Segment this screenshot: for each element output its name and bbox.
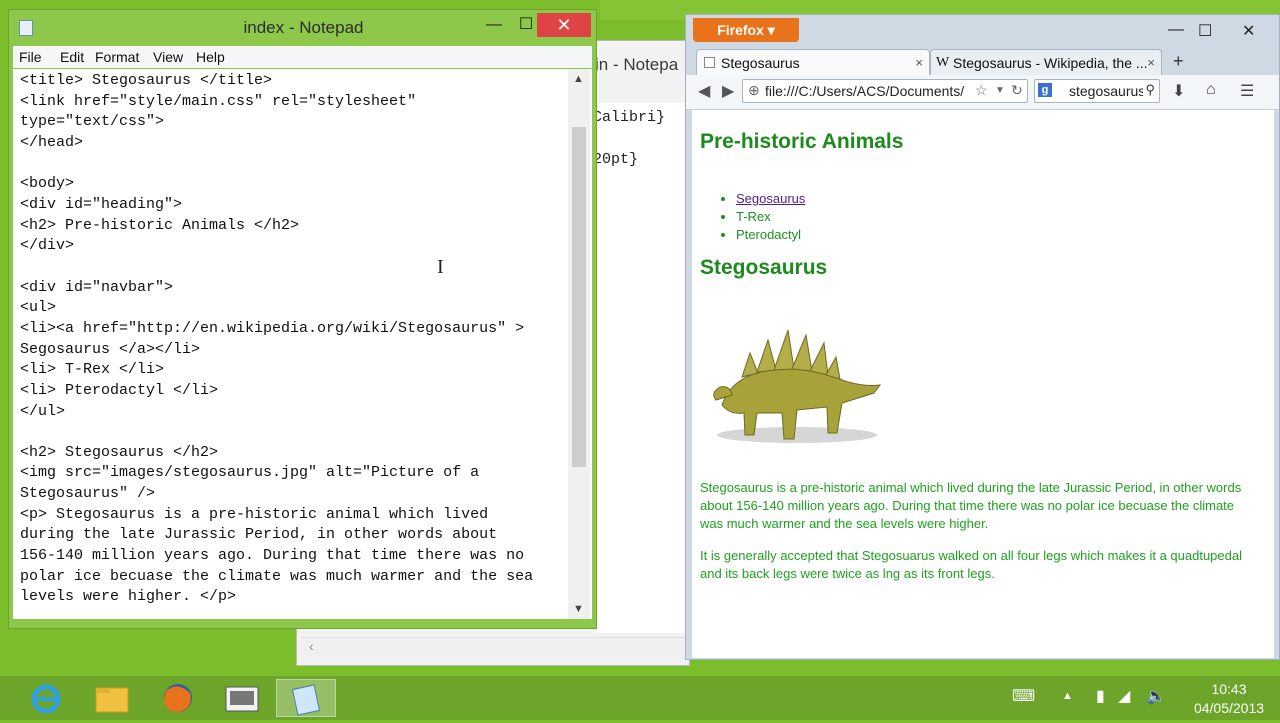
firefox-close-button[interactable]: ✕ — [1242, 21, 1255, 41]
bookmarks-menu-icon[interactable]: ☰ — [1240, 81, 1254, 101]
search-icon[interactable]: ⚲ — [1145, 82, 1155, 98]
forward-icon[interactable]: ▶ — [722, 81, 734, 101]
download-icon[interactable]: ⬇ — [1172, 81, 1185, 101]
bookmark-star-icon[interactable]: ☆ — [975, 82, 988, 99]
nav-item: Pterodactyl — [736, 226, 805, 244]
navbar-list: Segosaurus T-Rex Pterodactyl — [692, 190, 805, 244]
firefox-window[interactable]: Firefox ▾ — ☐ ✕ Stegosaurus × W Stegosau… — [685, 14, 1280, 660]
background-notepad-line-1: Calibri} — [593, 109, 666, 126]
search-bar[interactable]: g stegosaurus ⚲ — [1034, 79, 1160, 103]
notepad-editor[interactable]: <title> Stegosaurus </title> <link href=… — [13, 69, 592, 619]
page-subheading: Stegosaurus — [700, 256, 828, 279]
url-dropdown-icon[interactable]: ▼ — [995, 85, 1005, 96]
taskbar-firefox[interactable] — [148, 679, 208, 717]
search-text[interactable]: stegosaurus — [1069, 83, 1143, 99]
folder-icon — [95, 687, 129, 713]
system-clock[interactable]: 10:43 04/05/2013 — [1184, 680, 1274, 718]
tab-stegosaurus-local[interactable]: Stegosaurus × — [696, 49, 930, 75]
background-notepad-hscrollbar[interactable]: ‹ — [301, 637, 689, 660]
text-cursor-icon: I — [437, 256, 444, 278]
notepad-title: index - Notepad — [243, 18, 364, 37]
background-notepad-title: in - Notepa — [595, 55, 679, 74]
stegosaurus-image — [713, 329, 882, 443]
back-icon[interactable]: ◀ — [698, 81, 710, 101]
notepad-close-button[interactable]: ✕ — [537, 13, 591, 37]
tab-close-icon[interactable]: × — [915, 50, 923, 75]
firefox-navbar: ◀ ▶ ⊕ file:///C:/Users/ACS/Documents/ ☆ … — [686, 75, 1279, 110]
reload-icon[interactable]: ↻ — [1011, 82, 1023, 99]
menu-edit[interactable]: Edit — [60, 49, 84, 65]
home-icon[interactable]: ⌂ — [1206, 81, 1216, 99]
notepad-vscrollbar[interactable]: ▲ ▼ — [568, 69, 590, 619]
menu-file[interactable]: File — [19, 49, 42, 65]
network-icon[interactable]: ◢ — [1118, 686, 1130, 706]
media-icon — [225, 686, 259, 712]
scroll-down-icon[interactable]: ▼ — [573, 603, 584, 615]
scroll-left-icon[interactable]: ‹ — [309, 638, 314, 654]
taskbar-file-explorer[interactable] — [82, 679, 142, 717]
url-text[interactable]: file:///C:/Users/ACS/Documents/ — [765, 83, 965, 99]
taskbar-media[interactable] — [212, 679, 272, 717]
google-icon[interactable]: g — [1038, 83, 1052, 97]
nav-link-segosaurus[interactable]: Segosaurus — [736, 191, 805, 206]
show-hidden-icons-icon[interactable]: ▲ — [1062, 690, 1073, 702]
firefox-menu-button[interactable]: Firefox ▾ — [693, 18, 799, 42]
volume-icon[interactable]: 🔈 — [1146, 686, 1166, 706]
keyboard-icon[interactable]: ⌨ — [1012, 686, 1035, 706]
page-icon — [704, 57, 715, 68]
background-notepad-editor[interactable] — [597, 103, 689, 633]
scroll-thumb[interactable] — [572, 127, 586, 467]
tab-label: Stegosaurus — [721, 55, 800, 71]
notepad-icon — [291, 684, 321, 716]
paragraph-1: Stegosaurus is a pre-historic animal whi… — [700, 480, 1242, 531]
taskbar-notepad[interactable] — [276, 679, 336, 717]
notepad-menubar: File Edit Format View Help — [13, 46, 592, 68]
url-bar[interactable]: ⊕ file:///C:/Users/ACS/Documents/ ☆ ▼ ↻ — [742, 79, 1028, 103]
nav-item: T-Rex — [736, 208, 805, 226]
notepad-code-text[interactable]: <title> Stegosaurus </title> <link href=… — [20, 71, 533, 608]
firefox-maximize-button[interactable]: ☐ — [1198, 21, 1212, 41]
wikipedia-icon: W — [936, 55, 950, 70]
clock-time: 10:43 — [1211, 681, 1247, 697]
background-notepad-line-2: 20pt} — [593, 151, 639, 168]
menu-format[interactable]: Format — [95, 49, 139, 65]
firefox-minimize-button[interactable]: — — [1168, 21, 1184, 39]
firefox-icon — [164, 684, 192, 712]
taskbar-internet-explorer[interactable] — [16, 679, 76, 717]
menu-view[interactable]: View — [153, 49, 183, 65]
web-page-content: Pre-historic Animals Segosaurus T-Rex Pt… — [692, 110, 1274, 658]
nav-item: Segosaurus — [736, 190, 805, 208]
tab-stegosaurus-wikipedia[interactable]: W Stegosaurus - Wikipedia, the ... × — [930, 49, 1162, 75]
battery-icon[interactable]: ▮ — [1096, 686, 1105, 706]
scroll-up-icon[interactable]: ▲ — [573, 73, 584, 85]
new-tab-button[interactable]: + — [1173, 51, 1184, 72]
tab-close-icon[interactable]: × — [1147, 50, 1155, 75]
page-heading: Pre-historic Animals — [700, 130, 904, 153]
clock-date: 04/05/2013 — [1193, 700, 1265, 716]
taskbar: ⌨ ▲ ▮ ◢ 🔈 10:43 04/05/2013 — [0, 676, 1280, 720]
tab-label: Stegosaurus - Wikipedia, the ... — [953, 55, 1148, 71]
internet-explorer-icon — [31, 684, 61, 714]
notepad-window[interactable]: index - Notepad — ☐ ✕ File Edit Format V… — [8, 9, 597, 629]
menu-help[interactable]: Help — [196, 49, 225, 65]
notepad-minimize-button[interactable]: — — [479, 13, 509, 37]
firefox-tab-strip: Stegosaurus × W Stegosaurus - Wikipedia,… — [686, 47, 1280, 75]
paragraph-2: It is generally accepted that Stegosuaru… — [700, 548, 1242, 581]
site-identity-icon[interactable]: ⊕ — [748, 82, 760, 99]
